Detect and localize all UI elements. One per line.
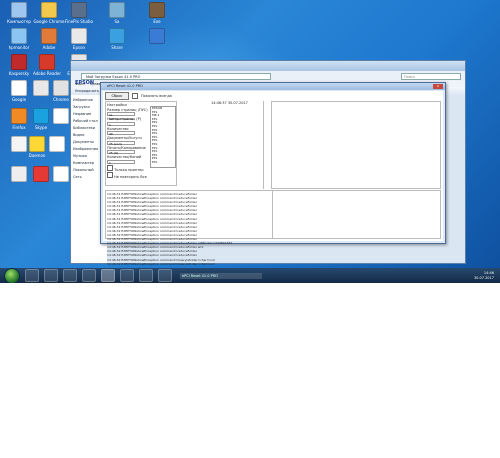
field-input[interactable]: ss-Автоматически [107, 112, 135, 121]
address-bar[interactable]: Мой Загрузки Epson 41.0 PRO [81, 72, 271, 80]
model-item[interactable]: EPL [151, 160, 175, 165]
app-icon [41, 28, 57, 44]
desktop: Компьютер Google Chrome FinePix Studio Sa Ex… [0, 0, 500, 283]
desktop-icon[interactable]: hpmonitor [2, 28, 36, 50]
start-button[interactable] [4, 267, 20, 283]
app-icon [109, 28, 125, 44]
clock-date: 30.07.2017 [473, 275, 494, 280]
app-icon [41, 2, 57, 18]
firefox-icon[interactable] [63, 269, 77, 282]
app-icon [11, 54, 27, 70]
desktop-icon-label: Epson [72, 45, 86, 50]
desktop-icon-label: Sa [114, 19, 120, 24]
settings-panel: Настройки Размер страниц (ПУС) ss-Автома… [105, 101, 177, 186]
desktop-icon-label: Daemon [28, 153, 46, 158]
app-icon [11, 2, 27, 18]
desktop-icon[interactable]: Share [100, 28, 134, 50]
desktop-icon-label: Google Chrome [33, 19, 65, 24]
desktop-icon[interactable]: Adobe Reader [30, 54, 64, 76]
dialog-toprow: Сброс Показать всегда [105, 92, 172, 100]
media-icon[interactable] [82, 269, 96, 282]
app-icon[interactable] [120, 269, 134, 282]
app-icon [53, 108, 69, 124]
log-panel[interactable]: 14:46:31 EXEPTIONshowException command=r… [105, 190, 441, 266]
dialog-body: Сброс Показать всегда Настройки Размер с… [103, 91, 443, 266]
field-input[interactable]: 40 [107, 131, 135, 136]
desktop-icon-label: Google [11, 97, 27, 102]
app-icon [71, 2, 87, 18]
timestamp: 14:46:37 30.07.2017 [211, 101, 248, 105]
field-input[interactable]: 1 [107, 159, 135, 165]
info-panel [271, 101, 441, 189]
desktop-icon[interactable]: Google Chrome [32, 2, 66, 24]
field-input[interactable]: 75 (кол) [107, 140, 135, 146]
desktop-icon[interactable]: Epson [62, 28, 96, 50]
ie-icon[interactable] [25, 269, 39, 282]
close-button[interactable]: x [433, 84, 443, 89]
app-icon [49, 136, 65, 152]
dialog-titlebar[interactable]: ePCi Reset 41.0 PRO x [101, 83, 445, 90]
terminal-icon[interactable] [101, 269, 115, 282]
desktop-icon[interactable]: Sa [100, 2, 134, 24]
app-icon [53, 166, 69, 182]
model-list[interactable]: EPSON EPL ME-1 EPL EPL EPL EPL EPL EPL EPL EPL EPL E… [150, 106, 176, 168]
dialog-title: ePCi Reset 41.0 PRO [107, 84, 143, 88]
active-window-title[interactable]: ePCi Reset 41.0 PRO [180, 272, 262, 279]
desktop-icon[interactable] [140, 28, 174, 45]
app-icon [149, 2, 165, 18]
desktop-icon-label: Skype [34, 125, 48, 130]
reset-dialog: ePCi Reset 41.0 PRO x Сброс Показать все… [100, 82, 446, 266]
desktop-icon[interactable]: FinePix Studio [62, 2, 96, 24]
desktop-icon-label: hpmonitor [8, 45, 30, 50]
show-always-checkbox[interactable] [132, 93, 138, 99]
taskbar: ePCi Reset 41.0 PRO 14:46 30.07.2017 [0, 267, 500, 283]
desktop-icon[interactable]: Exe [140, 2, 174, 24]
bottom-check-2[interactable]: Не повторять Все [107, 172, 175, 180]
log-divider [272, 191, 273, 238]
explorer-address-row: Мой Загрузки Epson 41.0 PRO Поиск [71, 71, 465, 81]
app-icon [39, 54, 55, 70]
app-icon [11, 28, 27, 44]
desktop-icon[interactable]: Компьютер [2, 2, 36, 24]
epson-logo: EPSON [75, 80, 95, 86]
desktop-icon-label: Компьютер [7, 19, 31, 24]
desktop-icon[interactable] [40, 136, 74, 153]
app-icon [149, 28, 165, 44]
field-input[interactable]: 1 [107, 121, 135, 127]
desktop-icon-label: Share [111, 45, 123, 50]
divider [263, 101, 264, 189]
desktop-icon-label: Adobe [42, 45, 56, 50]
clock[interactable]: 14:46 30.07.2017 [474, 271, 494, 280]
search-input[interactable]: Поиск [401, 72, 461, 80]
desktop-icon-label: Adobe Reader [32, 71, 62, 76]
explorer-icon[interactable] [44, 269, 58, 282]
app-icon[interactable] [139, 269, 153, 282]
app-icon [53, 80, 69, 96]
explorer-titlebar[interactable] [71, 61, 465, 71]
desktop-icon[interactable]: Adobe [32, 28, 66, 50]
field-input[interactable]: 25 (0) [107, 150, 135, 155]
app-icon [109, 2, 125, 18]
app-icon [71, 28, 87, 44]
refresh-icon[interactable] [158, 269, 172, 282]
reset-button[interactable]: Сброс [105, 92, 129, 100]
show-always-label: Показать всегда [141, 94, 172, 98]
desktop-icon-label: Exe [153, 19, 161, 24]
desktop-icon-label: FinePix Studio [65, 19, 93, 24]
log-line: 14:46:32 EXEPTIONshowException command=Q… [107, 261, 215, 266]
organize-button[interactable]: Упорядочить [75, 89, 99, 93]
